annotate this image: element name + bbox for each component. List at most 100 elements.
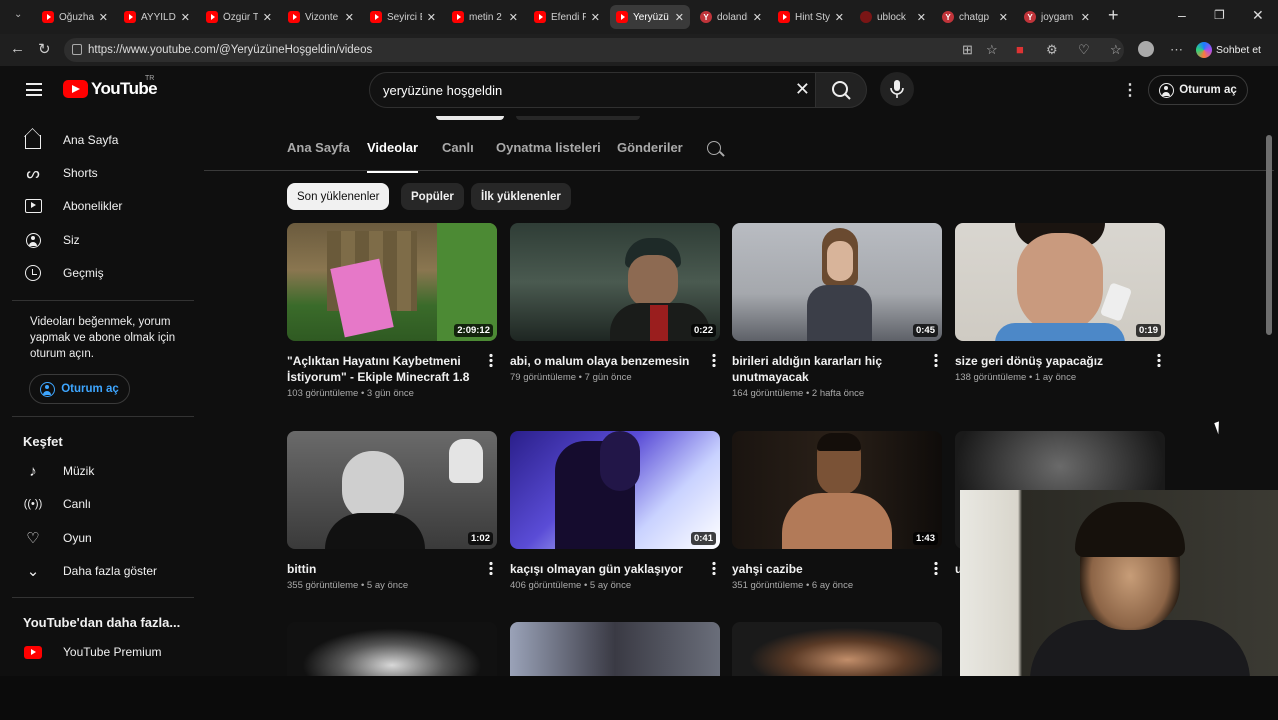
video-menu-icon[interactable] — [934, 353, 938, 367]
close-tab-icon[interactable]: ✕ — [99, 11, 108, 24]
favorite-star-icon[interactable]: ☆ — [986, 42, 998, 58]
video-menu-icon[interactable] — [1157, 353, 1161, 367]
browser-tab[interactable]: Oğuzha ✕ — [36, 5, 114, 29]
sidebar-signin-button[interactable]: Oturum aç — [29, 374, 130, 404]
video-card[interactable] — [732, 622, 942, 676]
close-tab-icon[interactable]: ✕ — [675, 11, 684, 24]
new-tab-icon[interactable]: + — [1108, 5, 1119, 26]
video-card[interactable]: 0:45 birileri aldığın kararları hiç unut… — [732, 223, 942, 399]
favorites-icon[interactable]: ☆ — [1110, 42, 1122, 58]
browser-tab[interactable]: Ydolandı ✕ — [694, 5, 768, 29]
close-window-icon[interactable]: ✕ — [1252, 7, 1264, 24]
video-menu-icon[interactable] — [489, 561, 493, 575]
minimize-icon[interactable]: – — [1178, 7, 1186, 23]
video-thumbnail[interactable]: 1:02 — [287, 431, 497, 549]
voice-search-button[interactable] — [880, 72, 914, 106]
search-input[interactable]: yeryüzüne hoşgeldin ✕ — [369, 72, 821, 108]
browser-tab-active[interactable]: Yeryüzü ✕ — [610, 5, 690, 29]
tab-home[interactable]: Ana Sayfa — [287, 140, 350, 155]
settings-kebab-icon[interactable]: ⋮ — [1122, 80, 1138, 100]
browser-tab[interactable]: Efendi F ✕ — [528, 5, 606, 29]
video-card[interactable]: 1:02 bittin 355 görüntüleme • 5 ay önce — [287, 431, 497, 591]
sidebar-item-show-more[interactable]: ⌄ Daha fazla göster — [12, 555, 192, 587]
filter-chip-oldest[interactable]: İlk yüklenenler — [471, 183, 571, 210]
video-menu-icon[interactable] — [712, 561, 716, 575]
clear-search-icon[interactable]: ✕ — [795, 79, 810, 100]
browser-tab[interactable]: Ychatgp ✕ — [936, 5, 1014, 29]
tab-playlists[interactable]: Oynatma listeleri — [496, 140, 601, 155]
sidebar-item-you[interactable]: Siz — [12, 224, 192, 256]
video-title[interactable]: "Açlıktan Hayatını Kaybetmeni İstiyorum"… — [287, 353, 471, 385]
video-thumbnail[interactable]: 0:41 — [510, 431, 720, 549]
channel-header-button[interactable] — [516, 116, 640, 120]
sidebar-item-premium[interactable]: YouTube Premium — [12, 636, 192, 668]
tab-videos[interactable]: Videolar — [367, 140, 419, 173]
tab-live[interactable]: Canlı — [442, 140, 474, 155]
video-card[interactable]: 1:43 yahşi cazibe 351 görüntüleme • 6 ay… — [732, 431, 942, 591]
extensions-puzzle-icon[interactable]: ⚙ — [1046, 42, 1058, 58]
close-tab-icon[interactable]: ✕ — [591, 11, 600, 24]
close-tab-icon[interactable]: ✕ — [917, 11, 926, 24]
video-menu-icon[interactable] — [934, 561, 938, 575]
back-icon[interactable]: ← — [10, 40, 25, 57]
video-title[interactable]: kaçışı olmayan gün yaklaşıyor — [510, 561, 694, 577]
search-button[interactable] — [815, 72, 867, 108]
video-title[interactable]: size geri dönüş yapacağız — [955, 353, 1139, 369]
menu-icon[interactable] — [26, 83, 42, 96]
video-thumbnail[interactable]: 0:22 — [510, 223, 720, 341]
close-tab-icon[interactable]: ✕ — [509, 11, 518, 24]
sidebar-item-live[interactable]: ((•)) Canlı — [12, 488, 192, 520]
tab-list-icon[interactable]: ⌄ — [14, 9, 22, 20]
close-tab-icon[interactable]: ✕ — [427, 11, 436, 24]
browser-tab[interactable]: Özgür T ✕ — [200, 5, 278, 29]
copilot-button[interactable]: Sohbet et — [1196, 39, 1261, 61]
more-options-icon[interactable]: ⋯ — [1170, 42, 1183, 58]
video-menu-icon[interactable] — [489, 353, 493, 367]
app-available-icon[interactable]: ⊞ — [962, 42, 973, 58]
sidebar-item-home[interactable]: Ana Sayfa — [12, 124, 192, 156]
maximize-icon[interactable]: ❐ — [1214, 8, 1225, 22]
sidebar-item-gaming[interactable]: ♡ Oyun — [12, 522, 192, 554]
close-tab-icon[interactable]: ✕ — [999, 11, 1008, 24]
video-card[interactable]: 2:09:12 "Açlıktan Hayatını Kaybetmeni İs… — [287, 223, 497, 399]
profile-avatar-icon[interactable] — [1138, 41, 1154, 57]
video-title[interactable]: bittin — [287, 561, 471, 577]
video-card[interactable]: 0:41 kaçışı olmayan gün yaklaşıyor 406 g… — [510, 431, 720, 591]
video-thumbnail[interactable] — [287, 622, 497, 676]
video-card[interactable]: 0:22 abi, o malum olaya benzemesin 79 gö… — [510, 223, 720, 383]
close-tab-icon[interactable]: ✕ — [1081, 11, 1090, 24]
close-tab-icon[interactable]: ✕ — [345, 11, 354, 24]
reload-icon[interactable]: ↻ — [38, 40, 51, 58]
video-thumbnail[interactable] — [510, 622, 720, 676]
video-thumbnail[interactable]: 2:09:12 — [287, 223, 497, 341]
video-thumbnail[interactable]: 1:43 — [732, 431, 942, 549]
sidebar-item-shorts[interactable]: ᔕ Shorts — [12, 157, 192, 189]
filter-chip-latest[interactable]: Son yüklenenler — [287, 183, 390, 210]
browser-tab[interactable]: Vizonte ✕ — [282, 5, 360, 29]
sidebar-item-subscriptions[interactable]: Abonelikler — [12, 190, 192, 222]
site-info-icon[interactable] — [72, 44, 82, 55]
sidebar-item-history[interactable]: Geçmiş — [12, 257, 192, 289]
browser-tab[interactable]: AYYILDI ✕ — [118, 5, 196, 29]
video-card[interactable] — [510, 622, 720, 676]
youtube-logo[interactable]: YouTube TR — [63, 75, 158, 99]
browser-tab[interactable]: Hint Sty ✕ — [772, 5, 850, 29]
video-thumbnail[interactable] — [732, 622, 942, 676]
video-title[interactable]: abi, o malum olaya benzemesin — [510, 353, 694, 369]
video-title[interactable]: birileri aldığın kararları hiç unutmayac… — [732, 353, 916, 385]
close-tab-icon[interactable]: ✕ — [181, 11, 190, 24]
filter-chip-popular[interactable]: Popüler — [401, 183, 464, 210]
browser-tab[interactable]: Yjoygam ✕ — [1018, 5, 1096, 29]
signin-button[interactable]: Oturum aç — [1148, 75, 1248, 105]
channel-search-icon[interactable] — [707, 141, 721, 155]
browser-tab[interactable]: ublock ✕ — [854, 5, 932, 29]
video-card[interactable] — [287, 622, 497, 676]
channel-header-button[interactable] — [436, 116, 504, 120]
video-title[interactable]: yahşi cazibe — [732, 561, 916, 577]
page-scrollbar[interactable] — [1266, 135, 1272, 335]
tab-posts[interactable]: Gönderiler — [617, 140, 683, 155]
close-tab-icon[interactable]: ✕ — [835, 11, 844, 24]
browser-tab[interactable]: metin 2 ✕ — [446, 5, 524, 29]
video-thumbnail[interactable]: 0:19 — [955, 223, 1165, 341]
video-thumbnail[interactable]: 0:45 — [732, 223, 942, 341]
